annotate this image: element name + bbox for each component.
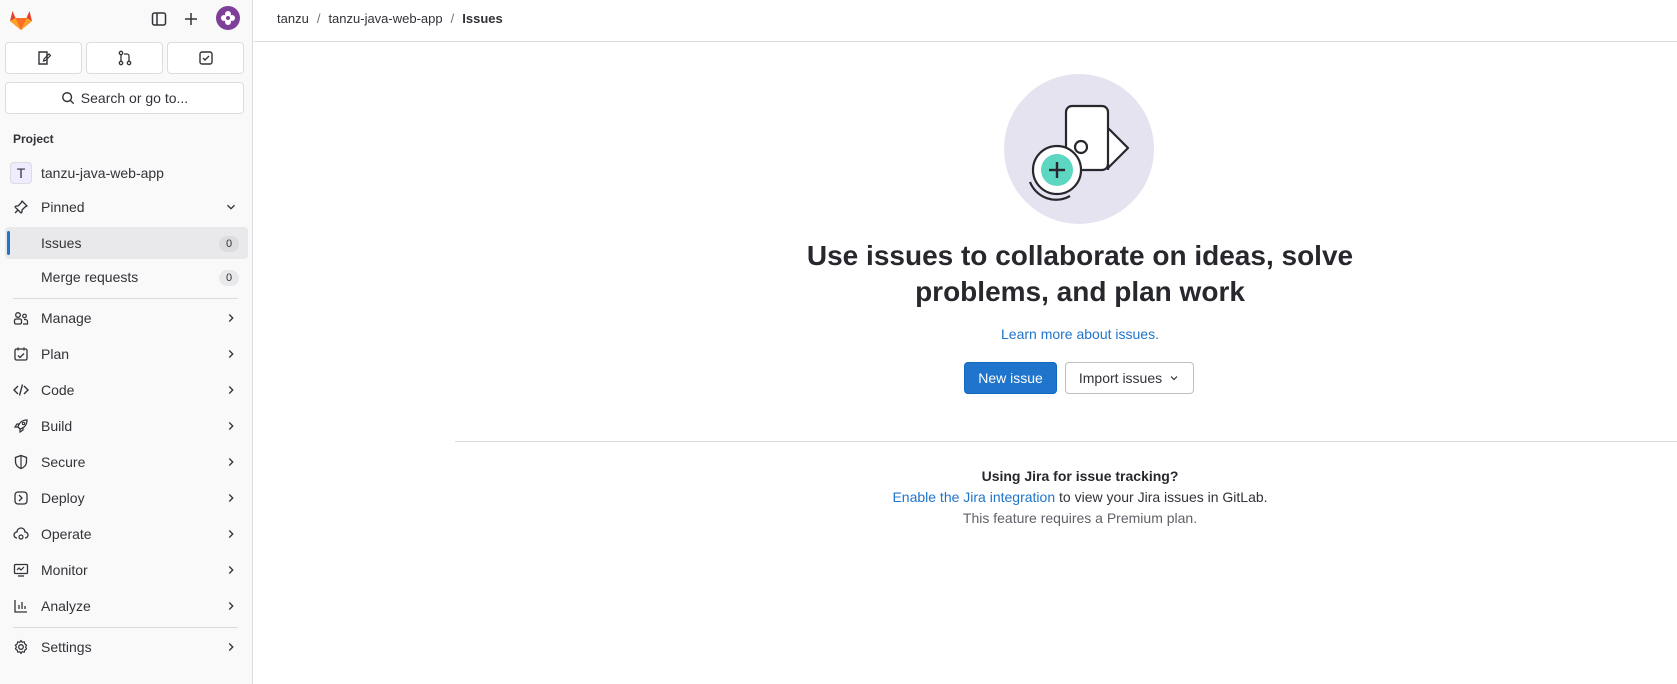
- sidebar-item-label: Secure: [41, 454, 86, 470]
- import-issues-button[interactable]: Import issues: [1065, 362, 1194, 394]
- project-avatar: T: [10, 162, 32, 184]
- import-issues-label: Import issues: [1078, 370, 1163, 386]
- merge-request-icon: [118, 50, 131, 66]
- sidebar-item-label: Plan: [41, 346, 70, 362]
- chart-icon: [13, 598, 29, 614]
- chevron-right-icon: [228, 494, 234, 502]
- sidebar-item-label: Manage: [41, 310, 92, 326]
- divider: [13, 627, 238, 628]
- breadcrumb: tanzu / tanzu-java-web-app / Issues: [277, 11, 503, 26]
- shield-icon: [13, 454, 29, 470]
- todo-list-button[interactable]: [167, 42, 244, 74]
- sidebar-item-label: Operate: [41, 526, 92, 542]
- chevron-right-icon: [228, 530, 234, 538]
- chevron-right-icon: [228, 458, 234, 466]
- divider: [13, 298, 238, 299]
- sidebar-item-deploy[interactable]: Deploy: [5, 482, 248, 514]
- chevron-down-icon: [227, 204, 235, 210]
- sidebar: Search or go to... Project T tanzu-java-…: [0, 0, 253, 684]
- breadcrumb-group[interactable]: tanzu: [277, 11, 309, 26]
- sidebar-item-secure[interactable]: Secure: [5, 446, 248, 478]
- merge-requests-button[interactable]: [86, 42, 163, 74]
- chevron-right-icon: [228, 314, 234, 322]
- sidebar-item-analyze[interactable]: Analyze: [5, 590, 248, 622]
- breadcrumb-project[interactable]: tanzu-java-web-app: [328, 11, 442, 26]
- sidebar-item-label: Issues: [41, 235, 82, 251]
- sidebar-header: [0, 0, 253, 38]
- search-label: Search or go to...: [80, 90, 189, 106]
- cloud-gear-icon: [13, 526, 29, 542]
- sidebar-shortcuts: [5, 42, 244, 74]
- learn-more-link[interactable]: Learn more about issues.: [880, 326, 1280, 342]
- planning-icon: [13, 346, 29, 362]
- user-avatar[interactable]: [216, 6, 240, 30]
- new-issue-button[interactable]: New issue: [964, 362, 1057, 394]
- title-line-2: problems, and plan work: [915, 276, 1245, 307]
- todo-icon: [198, 51, 213, 65]
- jira-description-text: to view your Jira issues in GitLab.: [1055, 489, 1268, 505]
- empty-state-title: Use issues to collaborate on ideas, solv…: [780, 238, 1380, 310]
- sidebar-item-label: Settings: [41, 639, 92, 655]
- users-icon: [13, 310, 29, 326]
- chevron-right-icon: [228, 602, 234, 610]
- gear-icon: [13, 639, 29, 655]
- sidebar-item-settings[interactable]: Settings: [5, 631, 248, 663]
- premium-note: This feature requires a Premium plan.: [962, 510, 1198, 526]
- sidebar-item-monitor[interactable]: Monitor: [5, 554, 248, 586]
- jira-description: Enable the Jira integration to view your…: [780, 489, 1380, 505]
- gitlab-logo-icon[interactable]: [7, 5, 35, 33]
- project-link[interactable]: T tanzu-java-web-app: [5, 157, 248, 189]
- sidebar-item-code[interactable]: Code: [5, 374, 248, 406]
- toggle-sidebar-icon[interactable]: [148, 8, 170, 30]
- issues-illustration-icon: [1004, 74, 1154, 224]
- deployments-icon: [13, 490, 29, 506]
- sidebar-item-label: Code: [41, 382, 75, 398]
- title-line-1: Use issues to collaborate on ideas, solv…: [806, 240, 1354, 271]
- chevron-right-icon: [228, 386, 234, 394]
- issues-count-badge: 0: [219, 236, 239, 252]
- code-icon: [13, 382, 29, 398]
- sidebar-item-label: Merge requests: [41, 269, 139, 285]
- breadcrumb-separator: /: [316, 11, 321, 26]
- create-new-icon[interactable]: [180, 8, 202, 30]
- thumbtack-icon: [13, 199, 29, 215]
- breadcrumb-current[interactable]: Issues: [462, 11, 502, 26]
- sidebar-item-manage[interactable]: Manage: [5, 302, 248, 334]
- chevron-right-icon: [228, 422, 234, 430]
- sidebar-item-issues[interactable]: Issues 0: [5, 227, 248, 259]
- sidebar-item-label: Analyze: [41, 598, 91, 614]
- sidebar-item-label: Monitor: [41, 562, 88, 578]
- enable-jira-link[interactable]: Enable the Jira integration: [892, 489, 1055, 505]
- sidebar-item-plan[interactable]: Plan: [5, 338, 248, 370]
- jira-title: Using Jira for issue tracking?: [981, 468, 1179, 484]
- sidebar-item-label: Build: [41, 418, 73, 434]
- issues-icon: [37, 51, 51, 65]
- sidebar-item-operate[interactable]: Operate: [5, 518, 248, 550]
- section-divider: [455, 441, 1677, 442]
- search-button[interactable]: Search or go to...: [5, 82, 244, 114]
- rocket-icon: [13, 418, 29, 434]
- chevron-right-icon: [228, 350, 234, 358]
- chevron-right-icon: [228, 643, 234, 651]
- sidebar-item-build[interactable]: Build: [5, 410, 248, 442]
- assigned-issues-button[interactable]: [5, 42, 82, 74]
- pinned-toggle[interactable]: Pinned: [5, 191, 248, 223]
- pinned-label: Pinned: [41, 199, 85, 215]
- sidebar-item-merge-requests[interactable]: Merge requests 0: [5, 261, 248, 293]
- section-label: Project: [13, 132, 54, 146]
- chevron-right-icon: [228, 566, 234, 574]
- search-icon: [61, 92, 74, 105]
- chevron-down-icon: [1170, 376, 1178, 381]
- monitor-icon: [13, 562, 29, 578]
- breadcrumb-separator: /: [450, 11, 455, 26]
- merge-requests-count-badge: 0: [219, 270, 239, 286]
- sidebar-item-label: Deploy: [41, 490, 85, 506]
- top-bar: tanzu / tanzu-java-web-app / Issues: [254, 0, 1677, 42]
- project-name: tanzu-java-web-app: [41, 165, 164, 181]
